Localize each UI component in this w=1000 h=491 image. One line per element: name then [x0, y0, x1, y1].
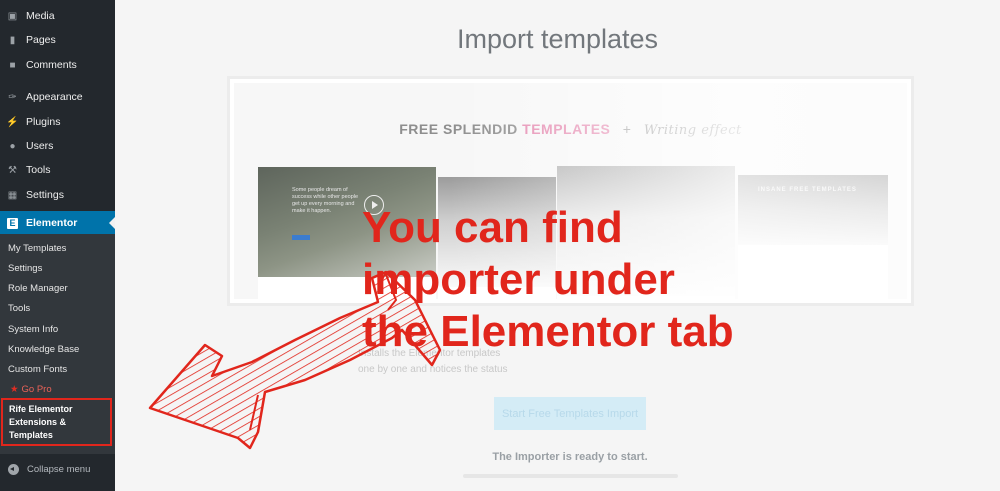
rife-elementor-label: Rife Elementor Extensions & Templates	[9, 404, 73, 440]
callout-line: the Elementor tab	[362, 307, 734, 356]
sidebar-item-label: Appearance	[26, 91, 83, 103]
callout-line: importer under	[362, 255, 675, 304]
sidebar-item-label: Media	[26, 10, 55, 22]
importer-description-line: one by one and notices the status	[358, 364, 508, 375]
template-card-hero	[738, 175, 888, 245]
template-card-button	[292, 235, 310, 240]
collapse-menu-button[interactable]: Collapse menu	[0, 458, 115, 480]
importer-status: The Importer is ready to start.	[492, 451, 648, 463]
template-card: INSANE FREE TEMPLATES	[738, 175, 888, 303]
users-icon: ●	[9, 140, 16, 152]
media-icon: ▣	[7, 10, 18, 22]
sidebar-item-label: Pages	[26, 34, 56, 46]
template-card-text: Some people dream of success while other…	[292, 187, 359, 214]
submenu-item-tools[interactable]: Tools	[8, 299, 30, 319]
collapse-label: Collapse menu	[27, 463, 91, 475]
import-progress-bar	[463, 474, 678, 478]
sidebar-item-label: Users	[26, 140, 54, 152]
sidebar-item-comments[interactable]: ■ Comments	[0, 53, 115, 77]
settings-icon: ▦	[7, 189, 18, 201]
comments-icon: ■	[9, 59, 16, 71]
submenu-item-custom-fonts[interactable]: Custom Fonts	[8, 360, 67, 380]
submenu-item-rife-elementor[interactable]: Rife Elementor Extensions & Templates	[1, 398, 112, 446]
pages-icon: ▮	[9, 34, 16, 46]
tools-icon: ⚒	[8, 164, 17, 176]
submenu-item-settings[interactable]: Settings	[8, 259, 42, 279]
heading-script: Writing effect	[643, 123, 742, 138]
sidebar-item-tools[interactable]: ⚒ Tools	[0, 158, 115, 182]
go-pro-label: Go Pro	[21, 384, 52, 395]
collapse-icon	[8, 463, 19, 475]
submenu-item-knowledge-base[interactable]: Knowledge Base	[8, 340, 79, 360]
page-title: Import templates	[456, 24, 659, 54]
submenu-item-role-manager[interactable]: Role Manager	[8, 279, 68, 299]
annotation-callout: You can find importer under the Elemento…	[362, 202, 734, 358]
sidebar-item-settings[interactable]: ▦ Settings	[0, 183, 115, 207]
admin-sidebar: ▣ Media ▮ Pages ■ Comments ✑ Appearance …	[0, 0, 115, 491]
sidebar-item-label: Settings	[26, 189, 64, 201]
sidebar-item-pages[interactable]: ▮ Pages	[0, 28, 115, 52]
sidebar-item-label: Tools	[26, 164, 51, 176]
submenu-item-system-info[interactable]: System Info	[8, 320, 58, 340]
appearance-icon: ✑	[8, 91, 17, 103]
sidebar-item-plugins[interactable]: ⚡ Plugins	[0, 110, 115, 134]
heading-part1: FREE SPLENDID	[399, 121, 518, 137]
submenu-item-go-pro[interactable]: ★ Go Pro	[10, 380, 52, 400]
preview-heading: FREE SPLENDID TEMPLATES + Writing effect	[234, 121, 907, 138]
sidebar-item-label: Comments	[26, 59, 77, 71]
sidebar-item-users[interactable]: ● Users	[0, 134, 115, 158]
elementor-icon: E	[7, 217, 18, 229]
sidebar-item-media[interactable]: ▣ Media	[0, 4, 115, 28]
heading-plus: +	[622, 121, 632, 137]
template-card-title: INSANE FREE TEMPLATES	[758, 187, 857, 193]
sidebar-item-label: Plugins	[26, 116, 61, 128]
heading-part2: TEMPLATES	[522, 121, 611, 137]
sidebar-item-elementor[interactable]: E Elementor	[0, 211, 115, 235]
plugins-icon: ⚡	[6, 116, 19, 128]
sidebar-item-appearance[interactable]: ✑ Appearance	[0, 85, 115, 109]
star-icon: ★	[10, 384, 19, 395]
submenu-item-my-templates[interactable]: My Templates	[8, 239, 66, 259]
start-import-button[interactable]: Start Free Templates Import	[494, 397, 646, 430]
sidebar-item-label: Elementor	[26, 217, 78, 229]
callout-line: You can find	[362, 203, 623, 252]
